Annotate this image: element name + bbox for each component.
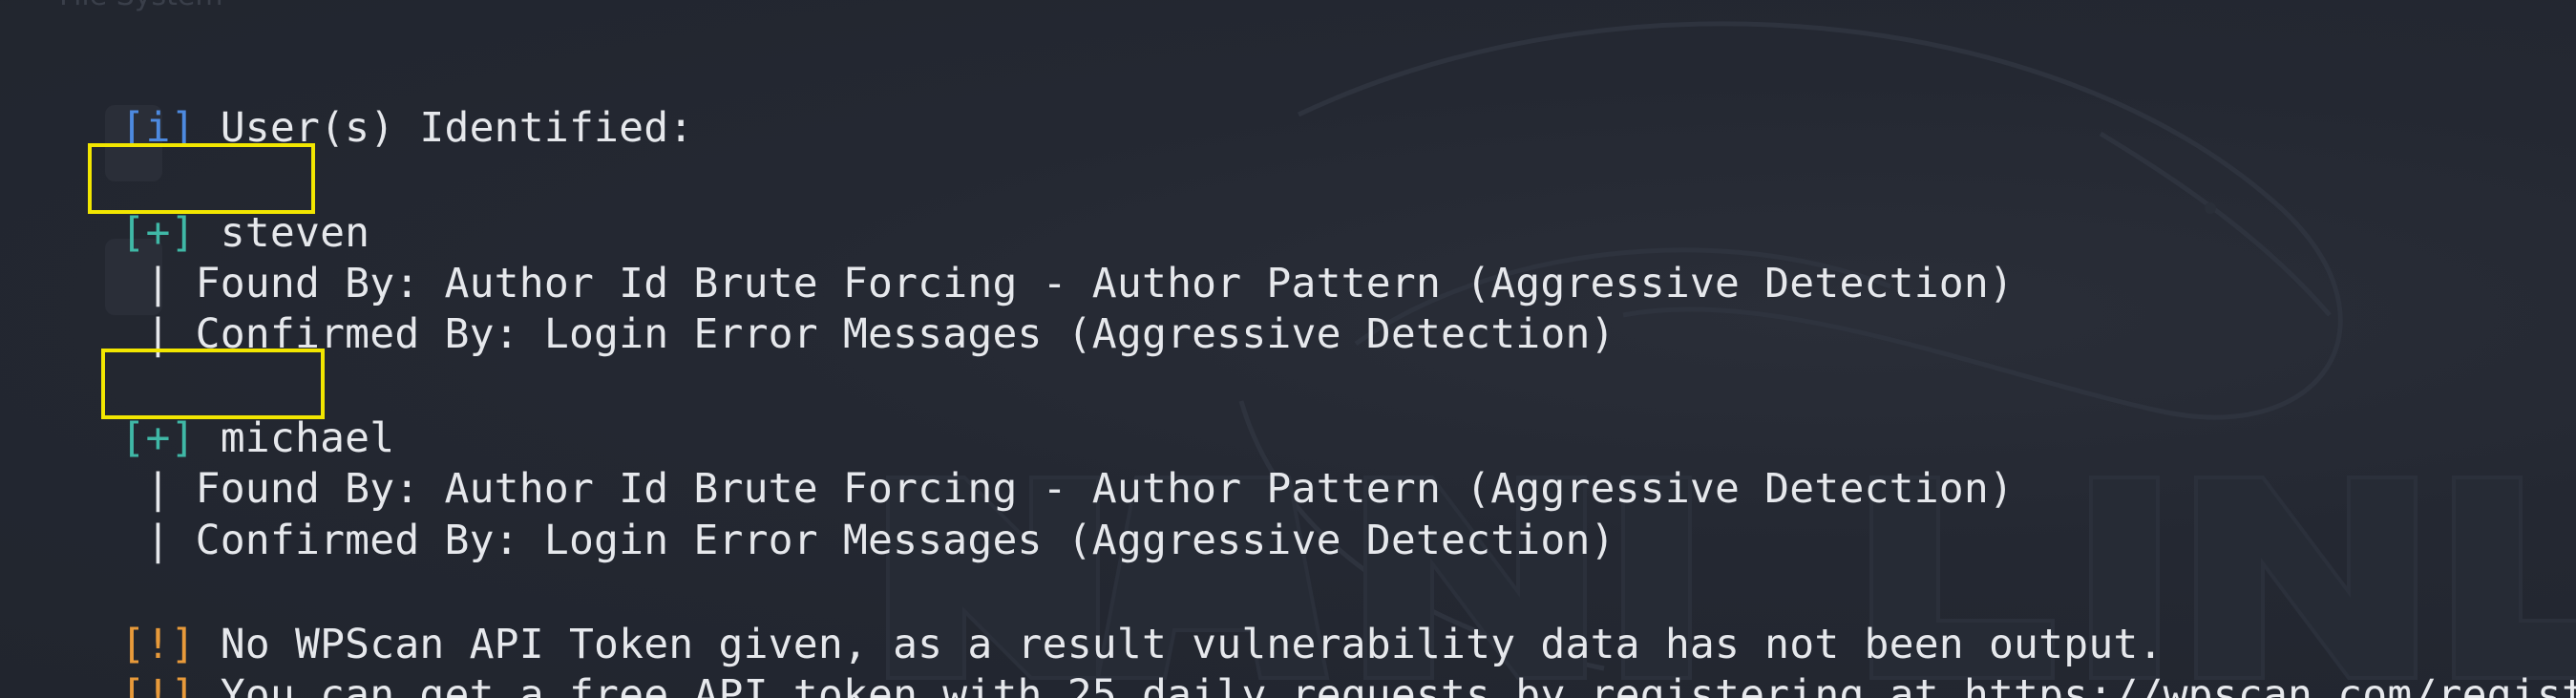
found-by-line: | Found By: Author Id Brute Forcing - Au…	[21, 206, 2014, 307]
warning-bracket: [!]	[120, 671, 196, 698]
found-by-line: | Found By: Author Id Brute Forcing - Au…	[21, 412, 2014, 513]
info-users-identified-line: [i] User(s) Identified:	[21, 51, 693, 152]
warning-no-token-line: [!] No WPScan API Token given, as a resu…	[21, 567, 2164, 668]
line-text: You can get a free API token with 25 dai…	[195, 671, 2576, 698]
line-text: User(s) Identified:	[195, 104, 694, 152]
line-text: | Confirmed By: Login Error Messages (Ag…	[120, 310, 1615, 358]
terminal-window[interactable]: File System [i] User(s) Identified: [+] …	[0, 0, 2576, 698]
info-bracket: [i]	[120, 104, 196, 152]
warning-register-line: [!] You can get a free API token with 25…	[21, 618, 2576, 698]
confirmed-by-line: | Confirmed By: Login Error Messages (Ag…	[21, 257, 1615, 358]
desktop-icon-label: File System	[59, 0, 223, 12]
user-steven-line: [+] steven	[21, 156, 370, 257]
line-text: | Confirmed By: Login Error Messages (Ag…	[120, 517, 1615, 564]
user-michael-line: [+] michael	[21, 361, 394, 462]
confirmed-by-line: | Confirmed By: Login Error Messages (Ag…	[21, 463, 1615, 564]
